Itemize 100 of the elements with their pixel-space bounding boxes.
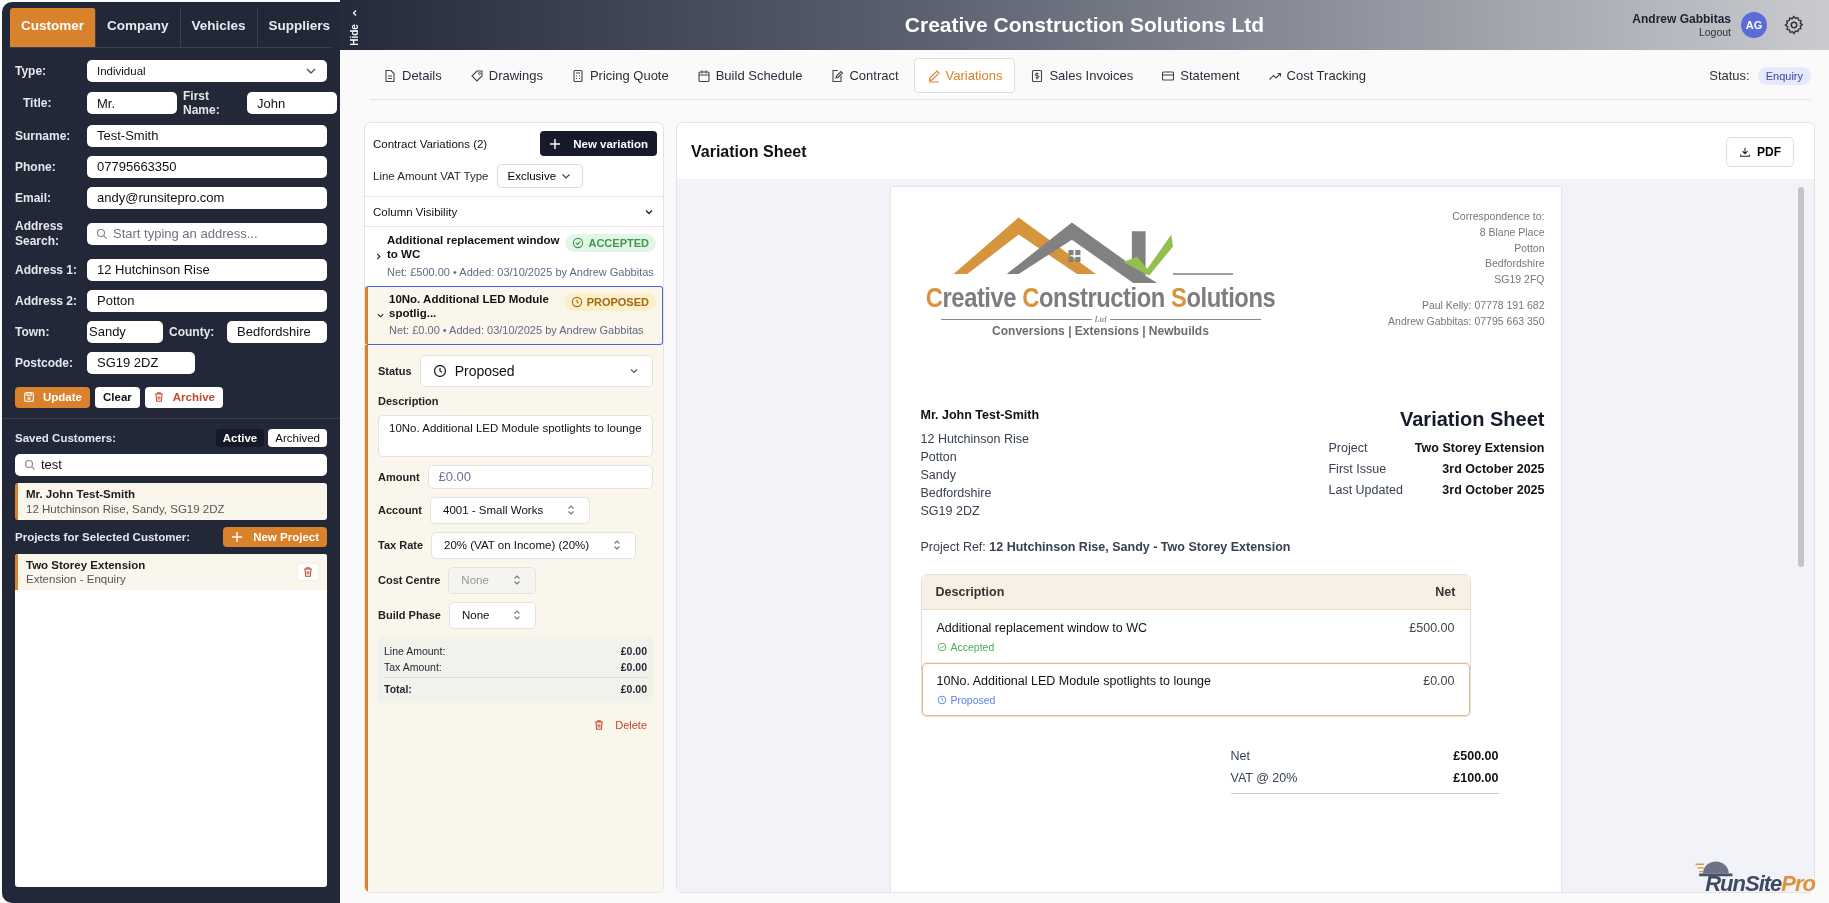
project-item[interactable]: Two Storey Extension Extension - Enquiry bbox=[15, 553, 327, 590]
tab[interactable]: Statement bbox=[1148, 58, 1253, 93]
section-label: Projects for Selected Customer: bbox=[15, 530, 191, 543]
status-badge: ACCEPTED bbox=[565, 234, 656, 252]
tab[interactable]: Cost Tracking bbox=[1254, 58, 1379, 93]
project-subtitle: Extension - Enquiry bbox=[26, 572, 127, 585]
status-label: Status: bbox=[1709, 68, 1750, 83]
tab[interactable]: Details bbox=[370, 58, 455, 93]
address-search-field[interactable]: Start typing an address... bbox=[87, 222, 327, 245]
field-label: Tax Rate bbox=[378, 539, 424, 552]
dropdown-select[interactable]: 4001 - Small Works bbox=[430, 496, 591, 524]
row-status: Proposed bbox=[936, 694, 1211, 706]
column-header: Description bbox=[935, 585, 1005, 599]
delete-button[interactable]: Delete bbox=[587, 710, 653, 739]
correspondence-line: Correspondence to: bbox=[1452, 209, 1545, 224]
total-label: Total: bbox=[384, 682, 412, 695]
archive-button[interactable]: Archive bbox=[144, 386, 223, 408]
dropdown-select[interactable]: 20% (VAT on Income) (20%) bbox=[431, 531, 637, 559]
app-title: Creative Construction Solutions Ltd bbox=[903, 13, 1266, 37]
field-label: Surname: bbox=[15, 128, 72, 143]
sidebar-tab[interactable]: Vehicles bbox=[180, 8, 258, 47]
status-badge: Enquiry bbox=[1757, 66, 1811, 85]
field-label: Town: bbox=[15, 324, 51, 339]
county-field[interactable]: Bedfordshire bbox=[227, 320, 327, 343]
correspondence-line: Potton bbox=[1514, 240, 1545, 256]
total-label: Net bbox=[1230, 749, 1250, 763]
project-name: Two Storey Extension bbox=[26, 558, 146, 571]
section-label: Saved Customers: bbox=[15, 431, 116, 444]
field-label: Line Amount VAT Type bbox=[373, 170, 489, 182]
town-field[interactable]: Sandy bbox=[87, 320, 163, 343]
tab[interactable]: Contract bbox=[817, 58, 912, 93]
field-label: Type: bbox=[15, 64, 48, 78]
column-header: Net bbox=[1435, 585, 1456, 599]
tab[interactable]: Pricing Quote bbox=[557, 58, 682, 93]
field-label: Address Search: bbox=[15, 219, 65, 249]
row-net: £500.00 bbox=[1409, 621, 1455, 637]
correspondence-line: SG19 2FQ bbox=[1494, 272, 1545, 287]
type-select[interactable]: Individual bbox=[87, 60, 327, 82]
brand-logo: RunSitePro bbox=[1695, 855, 1815, 897]
total-value: £500.00 bbox=[1453, 749, 1499, 763]
field-label: Postcode: bbox=[15, 355, 74, 370]
customer-search-field[interactable]: test bbox=[15, 453, 327, 476]
row-net: £0.00 bbox=[1423, 674, 1455, 690]
first-name-field[interactable]: John bbox=[247, 92, 337, 115]
sidebar-tab[interactable]: Suppliers bbox=[257, 8, 342, 47]
filter-toggle[interactable]: Active bbox=[215, 428, 265, 447]
meta-value: Two Storey Extension bbox=[1414, 441, 1545, 455]
row-description: Additional replacement window to WC bbox=[936, 621, 1148, 635]
variation-title: 10No. Additional LED Module spotlig... bbox=[389, 292, 550, 321]
customer-item[interactable]: Mr. John Test-Smith 12 Hutchinson Rise, Sandy, SG19 2DZ bbox=[15, 482, 327, 520]
field-label: Cost Centre bbox=[378, 574, 441, 587]
customer-name: Mr. John Test-Smith bbox=[26, 487, 137, 500]
field-label: Email: bbox=[15, 190, 52, 205]
variation-title: Additional replacement window to WC bbox=[387, 234, 561, 262]
field-label: Title: bbox=[22, 96, 53, 111]
status-select[interactable]: Proposed bbox=[419, 354, 653, 387]
row-description: 10No. Additional LED Module spotlights to lounge bbox=[936, 674, 1211, 688]
title-field[interactable]: Mr. bbox=[87, 92, 177, 115]
correspondence-line: Bedfordshire bbox=[1484, 256, 1545, 272]
text-field[interactable]: 12 Hutchinson Rise bbox=[87, 258, 327, 281]
meta-value: 3rd October 2025 bbox=[1441, 483, 1545, 497]
total-value: £100.00 bbox=[1453, 771, 1499, 785]
text-field[interactable]: Test-Smith bbox=[87, 124, 327, 147]
customer-address: 12 Hutchinson Rise, Sandy, SG19 2DZ bbox=[26, 502, 226, 515]
meta-label: Last Updated bbox=[1328, 483, 1403, 497]
field-label: Build Phase bbox=[378, 609, 441, 622]
amount-field[interactable]: £0.00 bbox=[427, 464, 653, 489]
total-label: Line Amount: bbox=[384, 644, 446, 657]
dropdown-select[interactable]: None bbox=[448, 601, 537, 629]
variation-item[interactable]: 10No. Additional LED Module spotlig... PROPOSED Net: £0.00 • Added: 03/10/2025 by Andrew Gabbitas bbox=[365, 285, 663, 345]
contact-line: Andrew Gabbitas: 07795 663 350 bbox=[1388, 313, 1545, 329]
total-value: £0.00 bbox=[620, 660, 647, 673]
address-line: 12 Hutchinson Rise bbox=[920, 432, 1030, 446]
tab[interactable]: Build Schedule bbox=[683, 58, 816, 93]
total-value: £0.00 bbox=[620, 644, 647, 657]
pdf-button[interactable]: PDF bbox=[1726, 137, 1794, 167]
field-label: First Name: bbox=[183, 89, 221, 118]
field-label: County: bbox=[169, 324, 216, 339]
project-ref: Project Ref: 12 Hutchinson Rise, Sandy - Two Storey Extension bbox=[920, 540, 1292, 554]
filter-toggle[interactable]: Archived bbox=[268, 428, 327, 447]
logout-link[interactable]: Logout bbox=[1698, 26, 1731, 38]
clear-button[interactable]: Clear bbox=[95, 386, 140, 408]
tab[interactable]: Drawings bbox=[456, 58, 556, 93]
correspondence-line: 8 Blane Place bbox=[1479, 224, 1545, 240]
variation-meta: Net: £500.00 • Added: 03/10/2025 by Andrew Gabbitas bbox=[387, 264, 655, 279]
logo-name: Creative Construction Solutions bbox=[925, 283, 1276, 314]
tab[interactable]: Sales Invoices bbox=[1017, 58, 1147, 93]
sidebar-tab[interactable]: Company bbox=[96, 8, 181, 47]
vat-type-select[interactable]: Exclusive bbox=[496, 164, 584, 188]
new-variation-button[interactable]: New variation bbox=[540, 131, 657, 156]
logo-suffix: Ltd bbox=[1094, 314, 1107, 324]
postcode-field[interactable]: SG19 2DZ bbox=[87, 351, 195, 374]
address-line: SG19 2DZ bbox=[920, 504, 981, 518]
field-label: Address 2: bbox=[15, 293, 79, 308]
description-field[interactable]: 10No. Additional LED Module spotlights to lounge bbox=[378, 414, 653, 457]
text-field[interactable]: Potton bbox=[87, 289, 327, 312]
text-field[interactable]: andy@runsitepro.com bbox=[87, 186, 327, 209]
user-avatar[interactable]: AG bbox=[1741, 12, 1767, 38]
text-field[interactable]: 07795663350 bbox=[87, 155, 327, 178]
row-status: Accepted bbox=[936, 641, 1148, 653]
